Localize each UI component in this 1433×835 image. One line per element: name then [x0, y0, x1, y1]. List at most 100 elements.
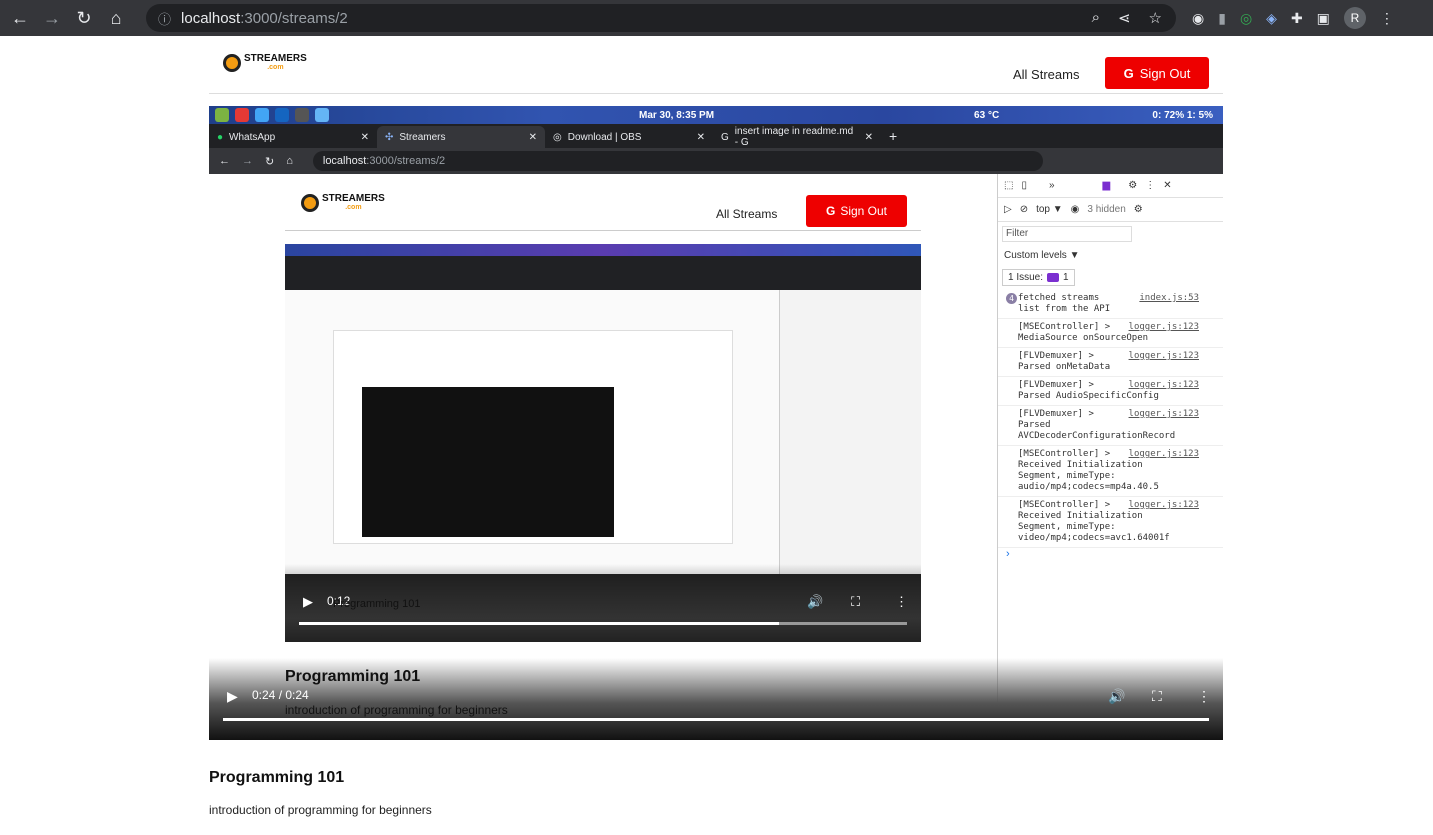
home-icon[interactable]: ⌂	[104, 6, 128, 30]
more-icon: ⋮	[895, 594, 908, 609]
chrome-icon	[235, 108, 249, 122]
devtools-panel: ⬚ ▯ » ▆ ⚙ ⋮ ✕ ▷ ⊘ top ▼ ◉ 3 hidden ⚙ Fil…	[997, 174, 1223, 740]
log-source-link[interactable]: logger.js:123	[1129, 449, 1199, 460]
back-icon[interactable]: ←	[219, 155, 230, 167]
info-icon[interactable]: ⓘ	[158, 9, 171, 28]
log-source-link[interactable]: logger.js:123	[1129, 409, 1199, 420]
extension-icon[interactable]: ◈	[1266, 10, 1277, 27]
issue-icon	[1047, 273, 1060, 282]
nested-address-bar[interactable]: localhost:3000/streams/2	[312, 151, 1043, 171]
log-entry: [MSEController] > Received Initializatio…	[998, 446, 1223, 497]
issues-button[interactable]: 1 Issue: 1	[1002, 269, 1075, 286]
tab-streamers[interactable]: ✣ Streamers ✕	[377, 126, 545, 148]
log-source-link[interactable]: logger.js:123	[1129, 500, 1199, 511]
player-controls: Programming 101 ▶ 0:24 / 0:24 introducti…	[209, 658, 1223, 740]
home-icon[interactable]: ⌂	[286, 155, 293, 167]
all-streams-link[interactable]: All Streams	[716, 207, 777, 221]
play-button[interactable]: ▶	[227, 688, 238, 705]
extension-icon[interactable]: ◎	[1240, 10, 1252, 27]
tab-google[interactable]: Ginsert image in readme.md - G ✕	[713, 126, 881, 148]
inspect-icon[interactable]: ⬚	[1004, 180, 1013, 191]
log-source-link[interactable]: index.js:53	[1139, 293, 1199, 304]
log-text: [FLVDemuxer] > Parsed onMetaData	[1018, 351, 1111, 372]
video-player[interactable]: Mar 30, 8:35 PM 63 °C 0: 72% 1: 5% ● What…	[209, 106, 1223, 740]
context-select[interactable]: top ▼	[1036, 204, 1063, 215]
logo[interactable]: STREAMERS .com	[223, 54, 307, 72]
menu-icon[interactable]: ⋮	[1380, 10, 1394, 27]
extensions-icon[interactable]: ✚	[1291, 10, 1303, 27]
console-toolbar: ▷ ⊘ top ▼ ◉ 3 hidden ⚙	[998, 198, 1223, 222]
stream-title: Programming 101	[209, 769, 345, 786]
console-prompt[interactable]: ›	[998, 548, 1223, 560]
battery: 0: 72% 1: 5%	[1152, 109, 1213, 121]
filter-input[interactable]: Filter	[1002, 226, 1132, 242]
back-icon[interactable]: ←	[8, 6, 32, 30]
sidepanel-icon[interactable]: ▣	[1317, 10, 1330, 27]
avatar[interactable]: R	[1343, 7, 1366, 29]
logo-icon	[301, 194, 319, 212]
new-tab-icon[interactable]: +	[881, 124, 905, 148]
fullscreen-icon[interactable]: ⛶	[1152, 688, 1162, 705]
share-icon[interactable]: ⋖	[1118, 9, 1131, 27]
nested-controls: ▶ 0:12 Programming 101 🔊 ⛶ ⋮	[285, 564, 921, 642]
close-icon[interactable]: ✕	[1163, 180, 1171, 191]
log-entry: [FLVDemuxer] > Parsed onMetaData logger.j…	[998, 348, 1223, 377]
log-source-link[interactable]: logger.js:123	[1129, 322, 1199, 333]
tab-whatsapp[interactable]: ● WhatsApp ✕	[209, 126, 377, 148]
devtools-toolbar: ⬚ ▯ » ▆ ⚙ ⋮ ✕	[998, 174, 1223, 198]
settings-icon[interactable]: ⚙	[1128, 180, 1137, 191]
google-icon: G	[1123, 65, 1134, 81]
nested-toolbar: ← → ↻ ⌂ localhost:3000/streams/2	[209, 148, 1223, 174]
log-source-link[interactable]: logger.js:123	[1129, 380, 1199, 391]
temperature: 63 °C	[974, 109, 1000, 121]
reload-icon[interactable]: ↻	[265, 155, 274, 168]
close-icon[interactable]: ✕	[529, 132, 537, 143]
zoom-icon[interactable]: ⌕	[1092, 9, 1100, 27]
eye-icon[interactable]: ◉	[1071, 204, 1080, 215]
log-count-badge: 4	[1006, 293, 1017, 304]
sign-out-button[interactable]: G Sign Out	[1105, 57, 1209, 89]
more-tabs-icon[interactable]: »	[1049, 180, 1055, 191]
desktop-panel: Mar 30, 8:35 PM 63 °C 0: 72% 1: 5%	[209, 106, 1223, 124]
issues-icon[interactable]: ▆	[1103, 180, 1111, 191]
address-bar[interactable]: ⓘ localhost:3000/streams/2 ⌕ ⋖ ☆	[146, 4, 1176, 32]
close-icon[interactable]: ✕	[865, 132, 873, 143]
stream-description: introduction of programming for beginner…	[209, 803, 432, 817]
play-icon: ▶	[303, 594, 313, 609]
progress-bar[interactable]	[223, 718, 1209, 721]
vscode-icon	[275, 108, 289, 122]
overlay-title: Programming 101	[285, 668, 421, 685]
time-display: 0:24 / 0:24	[252, 688, 309, 702]
browser-toolbar: ← → ↻ ⌂ ⓘ localhost:3000/streams/2 ⌕ ⋖ ☆…	[0, 0, 1433, 36]
close-icon[interactable]: ✕	[697, 132, 705, 143]
custom-levels-dropdown[interactable]: Custom levels ▼	[998, 246, 1223, 265]
fullscreen-icon: ⛶	[851, 594, 861, 609]
log-entry: [FLVDemuxer] > Parsed AudioSpecificConfi…	[998, 377, 1223, 406]
nested-page: STREAMERS .com All Streams G Sign Out ▶ 0:…	[209, 174, 1223, 740]
finder-icon	[255, 108, 269, 122]
mint-menu-icon	[215, 108, 229, 122]
log-entry: [FLVDemuxer] > Parsed AVCDecoderConfigur…	[998, 406, 1223, 446]
settings-icon[interactable]: ⚙	[1134, 204, 1143, 215]
all-streams-link[interactable]: All Streams	[1013, 67, 1079, 82]
sign-out-button[interactable]: G Sign Out	[806, 195, 907, 227]
star-icon[interactable]: ☆	[1149, 9, 1162, 27]
close-icon[interactable]: ✕	[361, 132, 369, 143]
extension-icon[interactable]: ▮	[1218, 10, 1226, 27]
app-icon	[315, 108, 329, 122]
more-options-icon[interactable]: ⋮	[1197, 688, 1211, 705]
reload-icon[interactable]: ↻	[72, 6, 96, 30]
log-source-link[interactable]: logger.js:123	[1129, 351, 1199, 362]
volume-icon[interactable]: 🔊	[1108, 688, 1125, 705]
extension-icon[interactable]: ◉	[1192, 10, 1204, 27]
tab-obs[interactable]: ◎ Download | OBS ✕	[545, 126, 713, 148]
device-icon[interactable]: ▯	[1021, 180, 1027, 191]
logo-text: STREAMERS .com	[322, 193, 385, 212]
sidebar-icon[interactable]: ▷	[1004, 204, 1012, 215]
menu-icon[interactable]: ⋮	[1145, 180, 1155, 191]
forward-icon[interactable]: →	[242, 155, 253, 167]
clear-icon[interactable]: ⊘	[1020, 204, 1028, 215]
app-icon	[295, 108, 309, 122]
forward-icon[interactable]: →	[40, 6, 64, 30]
whatsapp-icon: ●	[217, 131, 224, 143]
